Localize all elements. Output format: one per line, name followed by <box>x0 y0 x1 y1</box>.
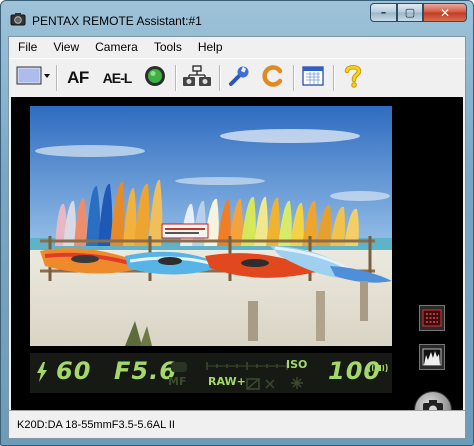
exposure-compensation-icon <box>246 375 260 394</box>
menu-camera[interactable]: Camera <box>87 37 146 57</box>
image-viewer: 60 F5.6 MF RAW+ ISO 100 <box>11 97 463 429</box>
shake-reduction-icon <box>368 359 388 378</box>
green-button[interactable] <box>140 64 170 92</box>
green-button-icon <box>143 64 167 92</box>
help-icon <box>341 63 365 93</box>
client-area: File View Camera Tools Help AF AE-L 60 F… <box>8 36 466 439</box>
minimize-icon: – <box>380 6 387 19</box>
wrench-icon <box>227 64 251 92</box>
histogram-button[interactable] <box>419 344 445 370</box>
focus-grid-icon <box>420 309 444 334</box>
af-icon: AF <box>67 68 89 87</box>
calendar-button[interactable] <box>298 64 328 92</box>
menu-view[interactable]: View <box>45 37 87 57</box>
menu-file[interactable]: File <box>9 37 45 57</box>
capture-mode-dropdown-button[interactable] <box>16 64 52 92</box>
caption-buttons: – ▢ ✕ <box>370 3 467 23</box>
maximize-icon: ▢ <box>404 6 416 19</box>
settings-wrench-button[interactable] <box>224 64 254 92</box>
focus-point-button[interactable] <box>419 305 445 331</box>
toolbar-separator <box>219 65 221 91</box>
shutter-speed-value: 60 <box>56 357 92 385</box>
toolbar-separator <box>293 65 295 91</box>
camera-network-icon <box>182 64 212 92</box>
camera-app-icon <box>10 11 26 27</box>
raw-format-indicator: RAW+ <box>208 375 246 388</box>
calendar-icon <box>301 64 325 92</box>
lcd-status-panel: 60 F5.6 MF RAW+ ISO 100 <box>30 353 392 393</box>
close-button[interactable]: ✕ <box>423 3 467 22</box>
reset-icon <box>261 64 285 92</box>
iso-label: ISO <box>286 358 308 371</box>
histogram-icon <box>420 348 444 373</box>
mf-indicator: MF <box>168 375 187 388</box>
toolbar: AF AE-L <box>9 58 465 96</box>
menu-bar: File View Camera Tools Help <box>9 37 465 57</box>
app-window: PENTAX REMOTE Assistant:#1 – ▢ ✕ File Vi… <box>0 0 474 446</box>
ae-lock-icon: AE-L <box>102 70 133 86</box>
ae-lock-button[interactable]: AE-L <box>98 64 136 92</box>
window-title: PENTAX REMOTE Assistant:#1 <box>32 14 202 28</box>
maximize-button[interactable]: ▢ <box>397 3 423 22</box>
camera-lens-status: K20D:DA 18-55mmF3.5-5.6AL II <box>17 419 175 431</box>
menu-tools[interactable]: Tools <box>146 37 190 57</box>
af-button[interactable]: AF <box>62 64 94 92</box>
toolbar-separator <box>56 65 58 91</box>
white-balance-icon <box>263 375 277 394</box>
toolbar-separator <box>175 65 177 91</box>
title-bar[interactable]: PENTAX REMOTE Assistant:#1 – ▢ ✕ <box>1 1 473 35</box>
flash-icon <box>36 362 48 386</box>
preview-image[interactable] <box>30 106 392 346</box>
close-icon: ✕ <box>439 5 451 20</box>
capture-mode-dropdown-icon <box>16 65 52 91</box>
menu-help[interactable]: Help <box>190 37 231 57</box>
ae-lock-star-icon <box>291 374 303 393</box>
status-bar: K20D:DA 18-55mmF3.5-5.6AL II <box>9 410 465 438</box>
help-button[interactable] <box>338 64 368 92</box>
toolbar-separator <box>333 65 335 91</box>
minimize-button[interactable]: – <box>370 3 397 22</box>
camera-network-button[interactable] <box>180 64 214 92</box>
reset-button[interactable] <box>258 64 288 92</box>
